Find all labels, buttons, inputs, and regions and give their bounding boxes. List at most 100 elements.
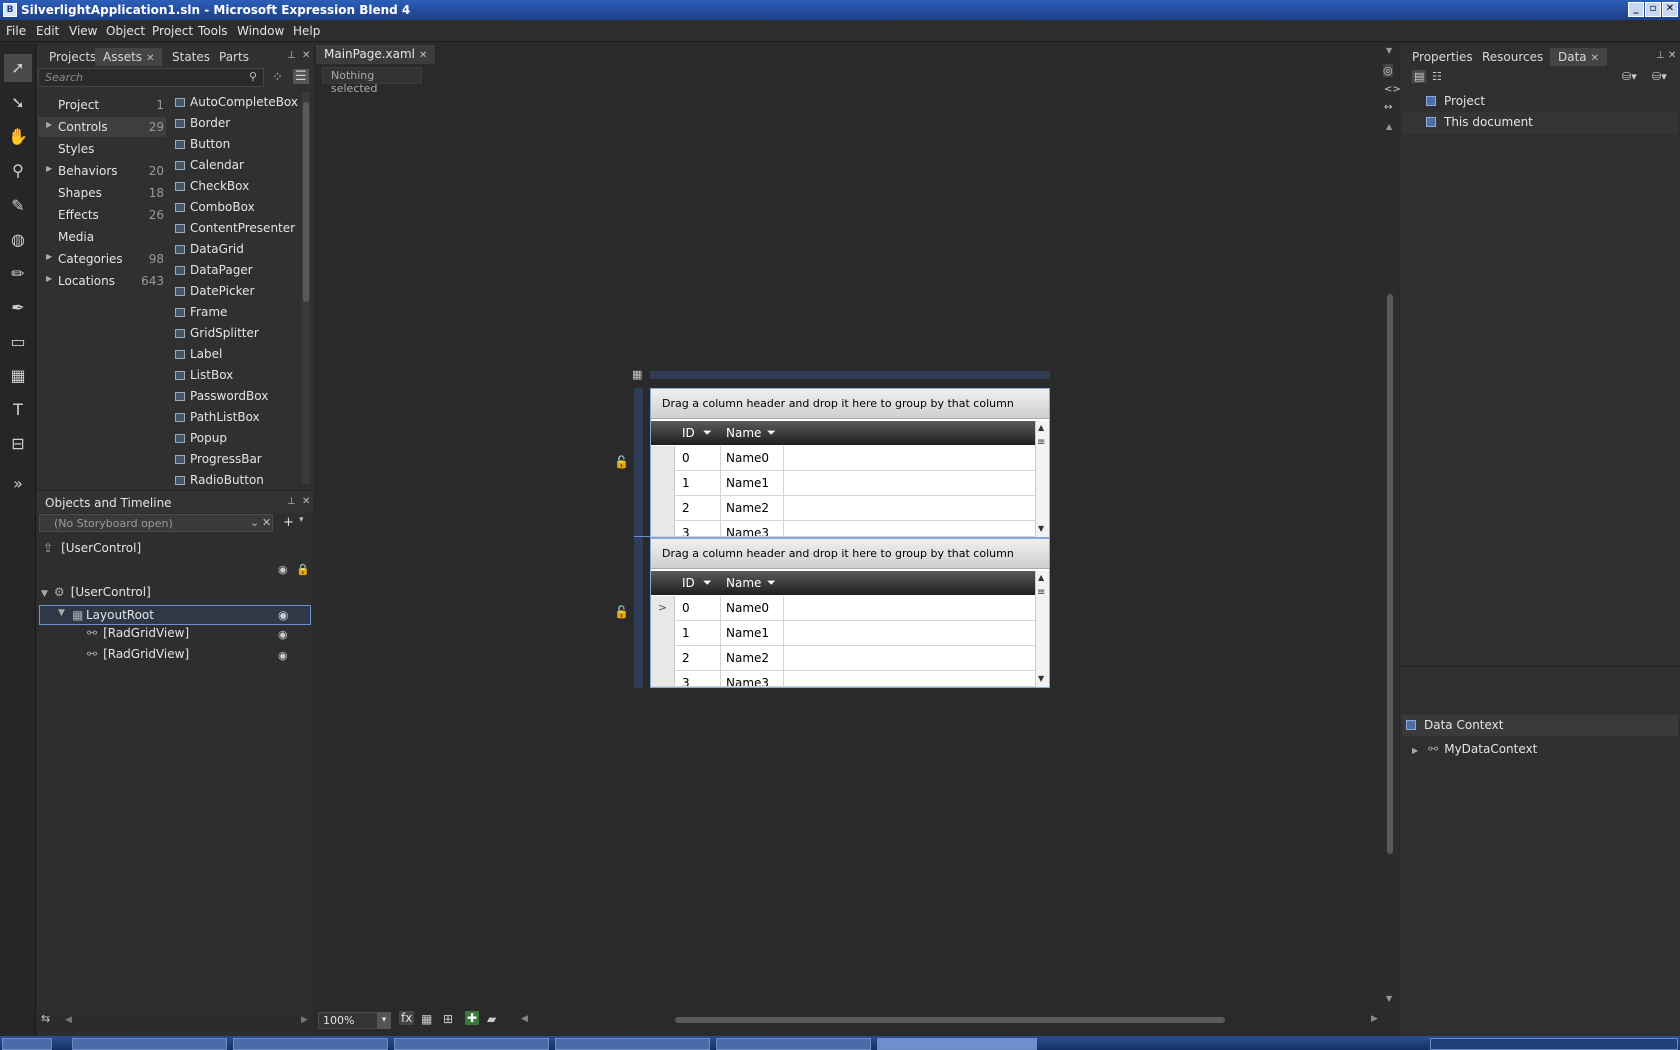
pan-hand-icon[interactable]: ✋ [4, 123, 32, 151]
snap-snaplines-icon[interactable]: ✚ [465, 1011, 480, 1025]
asset-item[interactable]: PasswordBox [172, 387, 302, 407]
category-categories[interactable]: ▶ Categories 98 [38, 249, 166, 269]
table-row[interactable]: 1 Name1 [651, 621, 1039, 646]
asset-item[interactable]: Button [172, 135, 302, 155]
column-header-name[interactable]: Name [726, 426, 761, 440]
asset-item[interactable]: DataGrid [172, 240, 302, 260]
column-header-id[interactable]: ID [682, 426, 695, 440]
scroll-left-icon[interactable]: ◀ [521, 1014, 528, 1024]
list-mode-icon[interactable]: ▤ [1412, 70, 1427, 83]
asset-item[interactable]: ProgressBar [172, 450, 302, 470]
close-tab-icon[interactable]: ✕ [146, 53, 154, 64]
minimize-button[interactable]: _ [1628, 2, 1644, 17]
effects-toggle-icon[interactable]: fx [399, 1011, 415, 1025]
paint-bucket-icon[interactable]: ◍ [4, 226, 32, 254]
pen-icon[interactable]: ✒ [4, 294, 32, 322]
taskbar-item-active[interactable] [877, 1038, 1037, 1050]
filter-funnel-icon[interactable]: ⏷ [767, 576, 776, 590]
taskbar-item[interactable] [394, 1038, 549, 1050]
taskbar-item[interactable] [716, 1038, 871, 1050]
close-tab-icon[interactable]: ✕ [1591, 53, 1599, 64]
split-view-icon[interactable]: ↔ [1384, 102, 1392, 113]
system-tray[interactable] [1430, 1038, 1678, 1050]
taskbar-item[interactable] [72, 1038, 227, 1050]
layout-grid-icon[interactable]: ▦ [632, 368, 642, 381]
details-mode-icon[interactable]: ☷ [1432, 70, 1442, 83]
table-row[interactable]: 3 Name3 [651, 521, 1039, 537]
scroll-thumb[interactable] [303, 102, 309, 302]
button-control-icon[interactable]: ⊟ [4, 430, 32, 458]
zoom-icon[interactable]: ⚲ [4, 157, 32, 185]
storyboard-picker[interactable]: (No Storyboard open) ⌄ ✕ [39, 514, 273, 532]
grid-layout-icon[interactable]: ▦ [4, 362, 32, 390]
lock-icon[interactable]: 🔓 [614, 455, 629, 469]
table-row[interactable]: 3 Name3 [651, 671, 1039, 687]
column-header-name[interactable]: Name [726, 576, 761, 590]
category-project[interactable]: Project 1 [38, 95, 166, 115]
asset-item[interactable]: DatePicker [172, 282, 302, 302]
category-locations[interactable]: ▶ Locations 643 [38, 271, 166, 291]
category-controls[interactable]: ▶ Controls 29 [38, 117, 166, 137]
category-shapes[interactable]: Shapes 18 [38, 183, 166, 203]
direct-selection-tool-icon[interactable]: ➘ [4, 89, 32, 117]
category-behaviors[interactable]: ▶ Behaviors 20 [38, 161, 166, 181]
menu-edit[interactable]: Edit [36, 24, 59, 38]
dropdown-icon[interactable]: ⌄ [250, 516, 259, 529]
scroll-right-icon[interactable]: ▶ [1371, 1014, 1378, 1024]
data-context-item[interactable]: ▶ ⚯ MyDataContext [1412, 742, 1537, 756]
menu-arrow-icon[interactable]: ▾ [299, 515, 304, 525]
close-button[interactable]: ✕ [1662, 2, 1678, 17]
list-view-icon[interactable]: ☰ [293, 69, 309, 84]
tree-radgridview[interactable]: ⚯ [RadGridView] [87, 626, 189, 646]
create-sample-data-icon[interactable]: ⛁▾ [1652, 70, 1667, 83]
filter-funnel-icon[interactable]: ⏷ [767, 426, 776, 440]
zoom-dropdown-icon[interactable]: ▾ [377, 1012, 391, 1029]
close-panel-icon[interactable]: ✕ [302, 50, 310, 61]
asset-item[interactable]: Popup [172, 429, 302, 449]
radgridview[interactable]: Drag a column header and drop it here to… [650, 538, 1050, 688]
menu-project[interactable]: Project [152, 24, 193, 38]
timeline-toggle-icon[interactable]: ⇆ [41, 1012, 50, 1025]
column-header-id[interactable]: ID [682, 576, 695, 590]
close-storyboard-icon[interactable]: ✕ [262, 516, 271, 529]
group-panel[interactable]: Drag a column header and drop it here to… [651, 539, 1049, 569]
visibility-eye-icon[interactable]: ◉ [278, 649, 288, 662]
document-tab[interactable]: MainPage.xaml ✕ [316, 45, 436, 65]
add-storyboard-icon[interactable]: + [283, 515, 294, 530]
lock-icon[interactable]: 🔒 [296, 563, 310, 576]
menu-view[interactable]: View [69, 24, 97, 38]
table-row[interactable]: 2 Name2 [651, 646, 1039, 671]
radgridview[interactable]: Drag a column header and drop it here to… [650, 388, 1050, 538]
asset-item[interactable]: GridSplitter [172, 324, 302, 344]
design-view-icon[interactable]: ◎ [1383, 64, 1393, 77]
menu-tools[interactable]: Tools [198, 24, 228, 38]
close-panel-icon[interactable]: ✕ [1668, 50, 1676, 61]
menu-window[interactable]: Window [237, 24, 284, 38]
grid-view-icon[interactable]: ⁘ [272, 70, 283, 85]
tab-resources[interactable]: Resources [1474, 48, 1551, 66]
menu-object[interactable]: Object [106, 24, 145, 38]
asset-item[interactable]: PathListBox [172, 408, 302, 428]
asset-item[interactable]: Calendar [172, 156, 302, 176]
group-panel[interactable]: Drag a column header and drop it here to… [651, 389, 1049, 419]
horizontal-scroll-thumb[interactable] [675, 1017, 1225, 1023]
asset-item[interactable]: ListBox [172, 366, 302, 386]
scroll-thumb[interactable] [1387, 294, 1393, 854]
tab-properties[interactable]: Properties [1404, 48, 1481, 66]
snap-gridlines-icon[interactable]: ⊞ [443, 1012, 453, 1026]
filter-funnel-icon[interactable]: ⏷ [703, 426, 712, 440]
gridlines-icon[interactable]: ▦ [421, 1012, 432, 1026]
asset-item[interactable]: CheckBox [172, 177, 302, 197]
grid-scrollbar[interactable]: ▲ ≡ ▼ [1035, 571, 1049, 687]
asset-item[interactable]: DataPager [172, 261, 302, 281]
root-usercontrol[interactable]: ⇪ [UserControl] [43, 541, 141, 561]
category-effects[interactable]: Effects 26 [38, 205, 166, 225]
canvas-vertical-scrollbar[interactable]: ▼ ◎ <> ↔ ▲ ▼ [1381, 44, 1401, 1010]
category-styles[interactable]: Styles [38, 139, 166, 159]
visibility-eye-icon[interactable]: ◉ [278, 608, 288, 622]
asset-item[interactable]: RadioButton [172, 471, 302, 491]
rectangle-tool-icon[interactable]: ▭ [4, 328, 32, 356]
search-input[interactable]: Search ⚲ [38, 68, 264, 87]
close-tab-icon[interactable]: ✕ [419, 50, 427, 61]
artboard-ruler[interactable] [650, 371, 1050, 379]
